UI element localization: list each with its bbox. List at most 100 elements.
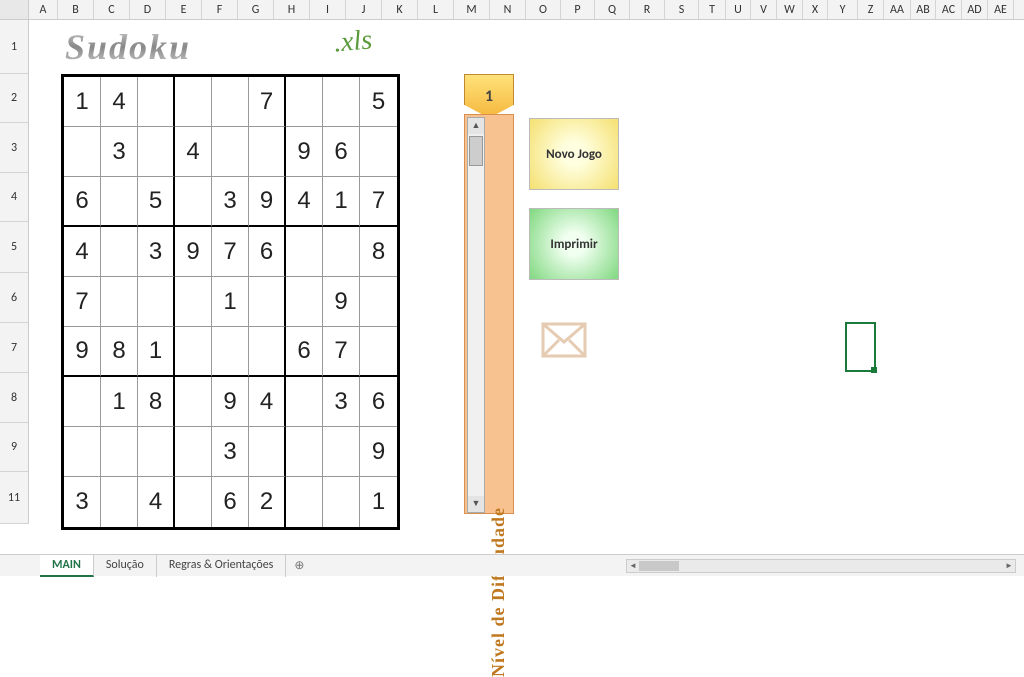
sudoku-cell-r9-c9[interactable]: 1 [360,477,397,527]
hscroll-thumb[interactable] [639,561,679,571]
col-header-J[interactable]: J [346,0,382,19]
sudoku-cell-r5-c4[interactable] [175,277,212,327]
sudoku-cell-r8-c5[interactable]: 3 [212,427,249,477]
scroll-thumb[interactable] [469,136,483,166]
sudoku-cell-r4-c6[interactable]: 6 [249,227,286,277]
new-game-button[interactable]: Novo Jogo [529,118,619,190]
sudoku-cell-r3-c7[interactable]: 4 [286,177,323,227]
col-header-K[interactable]: K [382,0,418,19]
sheet-tab-regras-&-orientações[interactable]: Regras & Orientações [157,555,287,577]
sudoku-cell-r2-c4[interactable]: 4 [175,127,212,177]
sudoku-cell-r4-c1[interactable]: 4 [64,227,101,277]
sudoku-cell-r7-c4[interactable] [175,377,212,427]
sudoku-cell-r6-c2[interactable]: 8 [101,327,138,377]
row-header-8[interactable]: 8 [0,373,29,423]
sudoku-cell-r7-c5[interactable]: 9 [212,377,249,427]
col-header-AA[interactable]: AA [884,0,911,19]
sudoku-cell-r1-c2[interactable]: 4 [101,77,138,127]
sudoku-cell-r3-c3[interactable]: 5 [138,177,175,227]
sudoku-cell-r7-c6[interactable]: 4 [249,377,286,427]
col-header-N[interactable]: N [490,0,526,19]
sudoku-cell-r3-c6[interactable]: 9 [249,177,286,227]
col-header-Z[interactable]: Z [858,0,884,19]
sudoku-cell-r2-c6[interactable] [249,127,286,177]
row-header-11[interactable]: 11 [0,472,29,524]
sudoku-cell-r8-c4[interactable] [175,427,212,477]
col-header-S[interactable]: S [665,0,699,19]
sudoku-cell-r3-c4[interactable] [175,177,212,227]
row-header-2[interactable]: 2 [0,74,29,123]
sudoku-cell-r8-c3[interactable] [138,427,175,477]
worksheet-area[interactable]: Sudoku .xls 1475349665394174397687199816… [29,20,1024,554]
col-header-T[interactable]: T [699,0,726,19]
col-header-M[interactable]: M [454,0,490,19]
difficulty-scrollbar[interactable]: ▲ ▼ [467,117,485,513]
sudoku-cell-r4-c7[interactable] [286,227,323,277]
sudoku-cell-r5-c3[interactable] [138,277,175,327]
row-header-6[interactable]: 6 [0,273,29,323]
sudoku-cell-r9-c1[interactable]: 3 [64,477,101,527]
sudoku-cell-r9-c5[interactable]: 6 [212,477,249,527]
scroll-left-icon[interactable]: ◄ [627,560,639,572]
col-header-W[interactable]: W [777,0,803,19]
sudoku-cell-r8-c6[interactable] [249,427,286,477]
sudoku-cell-r2-c1[interactable] [64,127,101,177]
sudoku-cell-r4-c2[interactable] [101,227,138,277]
sudoku-cell-r8-c2[interactable] [101,427,138,477]
sudoku-cell-r3-c5[interactable]: 3 [212,177,249,227]
sheet-tab-main[interactable]: MAIN [40,555,94,577]
sudoku-cell-r4-c5[interactable]: 7 [212,227,249,277]
col-header-V[interactable]: V [751,0,777,19]
sudoku-cell-r8-c1[interactable] [64,427,101,477]
col-header-P[interactable]: P [561,0,595,19]
col-header-O[interactable]: O [526,0,561,19]
scroll-down-icon[interactable]: ▼ [468,496,484,512]
sudoku-cell-r4-c9[interactable]: 8 [360,227,397,277]
col-header-AB[interactable]: AB [911,0,936,19]
col-header-AD[interactable]: AD [962,0,988,19]
col-header-Q[interactable]: Q [595,0,630,19]
sudoku-cell-r7-c7[interactable] [286,377,323,427]
sudoku-cell-r7-c8[interactable]: 3 [323,377,360,427]
col-header-AE[interactable]: AE [988,0,1014,19]
sudoku-cell-r9-c6[interactable]: 2 [249,477,286,527]
col-header-D[interactable]: D [130,0,166,19]
sudoku-cell-r8-c8[interactable] [323,427,360,477]
row-header-4[interactable]: 4 [0,173,29,222]
col-header-C[interactable]: C [94,0,130,19]
sudoku-cell-r6-c8[interactable]: 7 [323,327,360,377]
col-header-X[interactable]: X [803,0,828,19]
sudoku-cell-r5-c2[interactable] [101,277,138,327]
sudoku-cell-r1-c4[interactable] [175,77,212,127]
col-header-F[interactable]: F [202,0,238,19]
sudoku-cell-r2-c8[interactable]: 6 [323,127,360,177]
sudoku-cell-r1-c9[interactable]: 5 [360,77,397,127]
sudoku-cell-r6-c6[interactable] [249,327,286,377]
col-header-E[interactable]: E [166,0,202,19]
row-header-5[interactable]: 5 [0,222,29,273]
mail-icon[interactable] [541,320,587,360]
col-header-Y[interactable]: Y [828,0,858,19]
col-header-U[interactable]: U [726,0,751,19]
sudoku-cell-r6-c9[interactable] [360,327,397,377]
sudoku-cell-r1-c8[interactable] [323,77,360,127]
sudoku-cell-r2-c7[interactable]: 9 [286,127,323,177]
sudoku-cell-r6-c7[interactable]: 6 [286,327,323,377]
horizontal-scrollbar[interactable]: ◄► [626,559,1016,573]
col-header-I[interactable]: I [310,0,346,19]
sudoku-cell-r1-c5[interactable] [212,77,249,127]
sudoku-cell-r1-c7[interactable] [286,77,323,127]
sudoku-cell-r9-c7[interactable] [286,477,323,527]
sudoku-cell-r9-c8[interactable] [323,477,360,527]
sudoku-cell-r3-c2[interactable] [101,177,138,227]
col-header-R[interactable]: R [630,0,665,19]
row-header-1[interactable]: 1 [0,20,29,74]
sudoku-cell-r5-c6[interactable] [249,277,286,327]
scroll-up-icon[interactable]: ▲ [468,118,484,134]
sudoku-cell-r4-c3[interactable]: 3 [138,227,175,277]
sudoku-cell-r3-c9[interactable]: 7 [360,177,397,227]
sudoku-cell-r1-c3[interactable] [138,77,175,127]
sudoku-cell-r6-c4[interactable] [175,327,212,377]
sudoku-cell-r6-c1[interactable]: 9 [64,327,101,377]
col-header-A[interactable]: A [29,0,58,19]
